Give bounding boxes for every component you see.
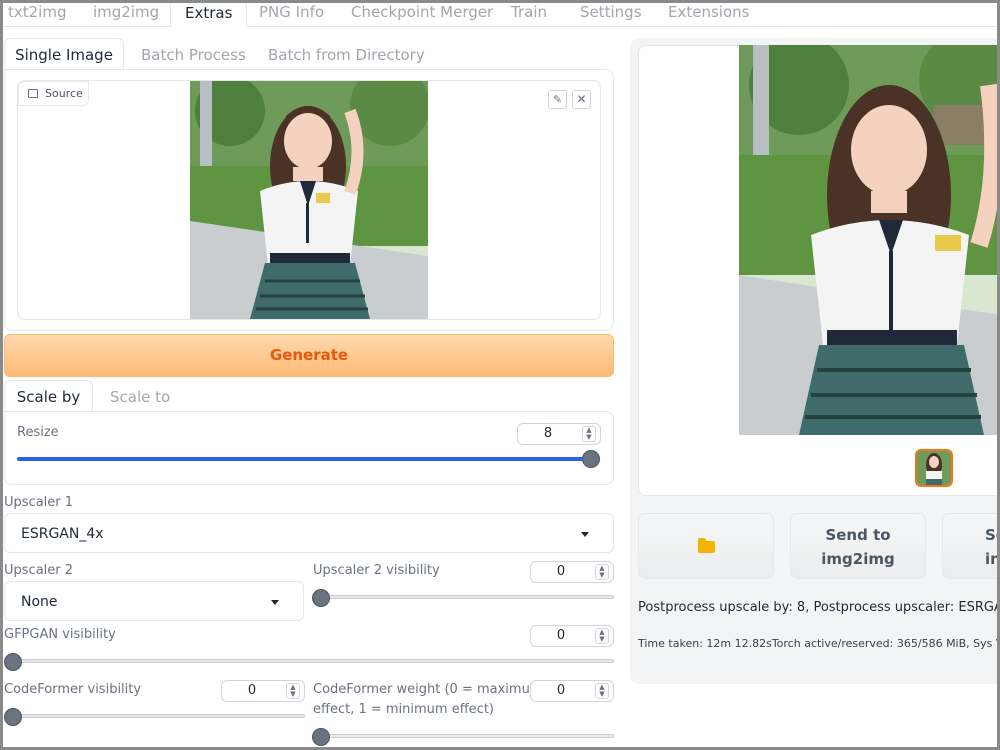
top-tab-bar: txt2img img2img Extras PNG Info Checkpoi… (0, 0, 1000, 27)
tab-png-info[interactable]: PNG Info (259, 0, 324, 27)
generate-button[interactable]: Generate (4, 334, 614, 377)
codeformer-visibility-thumb[interactable] (4, 708, 22, 726)
codeformer-weight-label-line1: CodeFormer weight (0 = maximum (313, 682, 543, 697)
upscaler2-visibility-thumb[interactable] (312, 589, 330, 607)
tab-train[interactable]: Train (511, 0, 547, 27)
output-image[interactable] (739, 45, 1000, 435)
source-label: Source (18, 81, 89, 106)
resize-label: Resize (17, 425, 59, 440)
tab-single-image[interactable]: Single Image (4, 38, 124, 70)
time-taken-info: Time taken: 12m 12.82sTorch active/reser… (638, 637, 1000, 650)
spin-arrows-icon[interactable]: ▲ ▼ (582, 426, 596, 442)
tab-batch-process[interactable]: Batch Process (141, 46, 246, 64)
tab-txt2img[interactable]: txt2img (8, 0, 66, 27)
spin-arrows-icon[interactable]: ▲ ▼ (595, 683, 609, 699)
upscaler2-select[interactable]: None (4, 581, 304, 621)
upscaler2-label: Upscaler 2 (4, 563, 74, 578)
send-to-inpaint-button[interactable]: Se in (942, 513, 1000, 579)
tab-batch-from-directory[interactable]: Batch from Directory (268, 46, 425, 64)
tab-scale-by[interactable]: Scale by (4, 380, 93, 412)
upscaler2-visibility-label: Upscaler 2 visibility (313, 563, 440, 578)
tab-checkpoint-merger[interactable]: Checkpoint Merger (351, 0, 493, 27)
gfpgan-visibility-input[interactable]: 0 ▲ ▼ (530, 625, 614, 647)
codeformer-weight-thumb[interactable] (312, 728, 330, 746)
output-thumbnail[interactable] (915, 449, 953, 487)
codeformer-weight-input[interactable]: 0 ▲ ▼ (530, 680, 614, 702)
tab-extensions[interactable]: Extensions (668, 0, 749, 27)
postprocess-info: Postprocess upscale by: 8, Postprocess u… (638, 600, 1000, 615)
resize-slider-track[interactable] (17, 457, 593, 461)
spin-arrows-icon[interactable]: ▲ ▼ (286, 683, 300, 699)
close-icon[interactable]: ✕ (572, 90, 591, 109)
upscaler2-visibility-input[interactable]: 0 ▲ ▼ (530, 561, 614, 583)
send-to-img2img-button[interactable]: Send to img2img (790, 513, 926, 579)
upscaler1-label: Upscaler 1 (4, 495, 74, 510)
source-image (190, 81, 428, 319)
spin-arrows-icon[interactable]: ▲ ▼ (595, 564, 609, 580)
chevron-down-icon (581, 532, 589, 537)
codeformer-visibility-track[interactable] (10, 714, 305, 718)
chevron-down-icon (271, 600, 279, 605)
resize-slider-thumb[interactable] (582, 450, 600, 468)
open-folder-button[interactable] (638, 513, 774, 579)
gfpgan-visibility-track[interactable] (10, 659, 614, 663)
edit-icon[interactable]: ✎ (548, 90, 567, 109)
codeformer-weight-track[interactable] (320, 734, 614, 738)
codeformer-weight-label-line2: effect, 1 = minimum effect) (313, 702, 494, 717)
upscaler1-select[interactable]: ESRGAN_4x (4, 513, 614, 553)
tab-img2img[interactable]: img2img (93, 0, 159, 27)
tab-scale-to[interactable]: Scale to (110, 388, 170, 406)
upscaler2-visibility-track[interactable] (320, 595, 614, 599)
gfpgan-visibility-thumb[interactable] (4, 653, 22, 671)
resize-number-input[interactable]: 8 ▲ ▼ (517, 423, 601, 445)
image-icon (28, 89, 38, 98)
upscaler2-value: None (21, 594, 58, 610)
spin-arrows-icon[interactable]: ▲ ▼ (595, 628, 609, 644)
tab-settings[interactable]: Settings (580, 0, 642, 27)
tab-extras[interactable]: Extras (170, 0, 248, 27)
upscaler1-value: ESRGAN_4x (21, 526, 104, 542)
codeformer-visibility-label: CodeFormer visibility (4, 682, 142, 697)
codeformer-visibility-input[interactable]: 0 ▲ ▼ (221, 680, 305, 702)
gfpgan-visibility-label: GFPGAN visibility (4, 627, 116, 642)
